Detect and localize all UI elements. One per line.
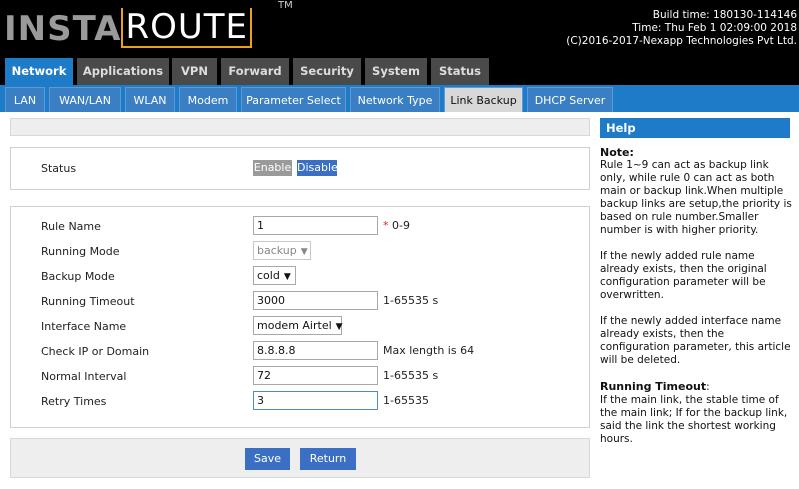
help-note-p1: Rule 1~9 can act as backup link only, wh… xyxy=(600,159,792,236)
help-note-p3: If the newly added interface name alread… xyxy=(600,315,791,366)
subtab-modem[interactable]: Modem xyxy=(179,87,237,112)
logo-route: ROUTE xyxy=(121,8,252,48)
tab-security[interactable]: Security xyxy=(293,58,361,85)
status-label: Status xyxy=(41,162,77,175)
rule-name-range: 0-9 xyxy=(392,219,410,232)
running-timeout-label: Running Timeout xyxy=(41,295,135,308)
tab-system[interactable]: System xyxy=(365,58,427,85)
status-panel: Status Enable Disable xyxy=(10,147,590,190)
running-timeout-hint: 1-65535 s xyxy=(383,294,439,307)
retry-times-input[interactable]: 3 xyxy=(253,391,378,410)
running-mode-value: backup xyxy=(257,244,297,257)
running-timeout-input[interactable]: 3000 xyxy=(253,291,378,310)
tab-forward[interactable]: Forward xyxy=(221,58,289,85)
help-running-timeout-title: Running Timeout xyxy=(600,380,707,393)
subtab-dhcp-server[interactable]: DHCP Server xyxy=(527,87,613,112)
disable-toggle[interactable]: Disable xyxy=(297,160,338,176)
subtab-wan-lan[interactable]: WAN/LAN xyxy=(49,87,121,112)
normal-interval-input[interactable]: 72 xyxy=(253,366,378,385)
chevron-down-icon: ▼ xyxy=(300,247,308,257)
interface-name-value: modem Airtel xyxy=(257,319,332,332)
backup-mode-value: cold xyxy=(257,269,280,282)
rule-name-input[interactable]: 1 xyxy=(253,216,378,235)
check-ip-hint: Max length is 64 xyxy=(383,344,475,357)
top-bar xyxy=(10,118,590,136)
interface-name-label: Interface Name xyxy=(41,320,127,333)
help-running-timeout-colon: : xyxy=(706,381,710,393)
normal-interval-label: Normal Interval xyxy=(41,370,127,383)
tab-applications[interactable]: Applications xyxy=(77,58,169,85)
header-info: Build time: 180130-114146 Time: Thu Feb … xyxy=(566,9,797,48)
logo-trademark: TM xyxy=(278,0,293,11)
current-time: Time: Thu Feb 1 02:09:00 2018 xyxy=(632,22,797,34)
backup-mode-select[interactable]: cold ▼ xyxy=(253,266,296,285)
check-ip-input[interactable]: 8.8.8.8 xyxy=(253,341,378,360)
save-button[interactable]: Save xyxy=(245,448,290,470)
tab-network[interactable]: Network xyxy=(5,58,73,85)
tab-status[interactable]: Status xyxy=(431,58,489,85)
help-running-timeout-heading: Running Timeout: xyxy=(600,380,794,394)
retry-times-hint: 1-65535 xyxy=(383,394,429,407)
running-mode-label: Running Mode xyxy=(41,245,120,258)
logo-insta: INSTA xyxy=(4,9,122,49)
tab-vpn[interactable]: VPN xyxy=(172,58,217,85)
subtab-wlan[interactable]: WLAN xyxy=(125,87,175,112)
help-note-title: Note: xyxy=(600,146,634,159)
help-body: Note: Rule 1~9 can act as backup link on… xyxy=(600,146,794,446)
sub-nav: LAN WAN/LAN WLAN Modem Parameter Select … xyxy=(0,85,799,112)
check-ip-label: Check IP or Domain xyxy=(41,345,150,358)
build-time: Build time: 180130-114146 xyxy=(652,9,797,21)
help-running-timeout-text: If the main link, the stable time of the… xyxy=(600,394,788,445)
interface-name-select[interactable]: modem Airtel ▼ xyxy=(253,316,343,335)
chevron-down-icon: ▼ xyxy=(335,322,343,332)
subtab-lan[interactable]: LAN xyxy=(5,87,45,112)
button-bar: Save Return xyxy=(10,438,590,478)
rule-name-label: Rule Name xyxy=(41,220,101,233)
backup-mode-label: Backup Mode xyxy=(41,270,115,283)
main-nav: Network Applications VPN Forward Securit… xyxy=(0,56,799,85)
copyright: (C)2016-2017-Nexapp Technologies Pvt Ltd… xyxy=(566,35,797,47)
subtab-link-backup[interactable]: Link Backup xyxy=(444,87,523,112)
subtab-network-type[interactable]: Network Type xyxy=(350,87,440,112)
normal-interval-hint: 1-65535 s xyxy=(383,369,439,382)
chevron-down-icon: ▼ xyxy=(283,272,291,282)
header: INSTA ROUTE TM Build time: 180130-114146… xyxy=(0,0,799,56)
help-header: Help xyxy=(600,118,790,138)
running-mode-select: backup ▼ xyxy=(253,241,311,260)
return-button[interactable]: Return xyxy=(300,448,356,470)
retry-times-label: Retry Times xyxy=(41,395,107,408)
enable-toggle[interactable]: Enable xyxy=(253,160,292,176)
rule-name-hint: * 0-9 xyxy=(383,219,410,232)
help-note-p2: If the newly added rule name already exi… xyxy=(600,250,767,301)
form-panel: Rule Name 1 * 0-9 Running Mode backup ▼ B… xyxy=(10,206,590,428)
subtab-parameter-select[interactable]: Parameter Select xyxy=(241,87,346,112)
required-mark: * xyxy=(383,219,389,232)
logo: INSTA ROUTE xyxy=(4,8,252,48)
